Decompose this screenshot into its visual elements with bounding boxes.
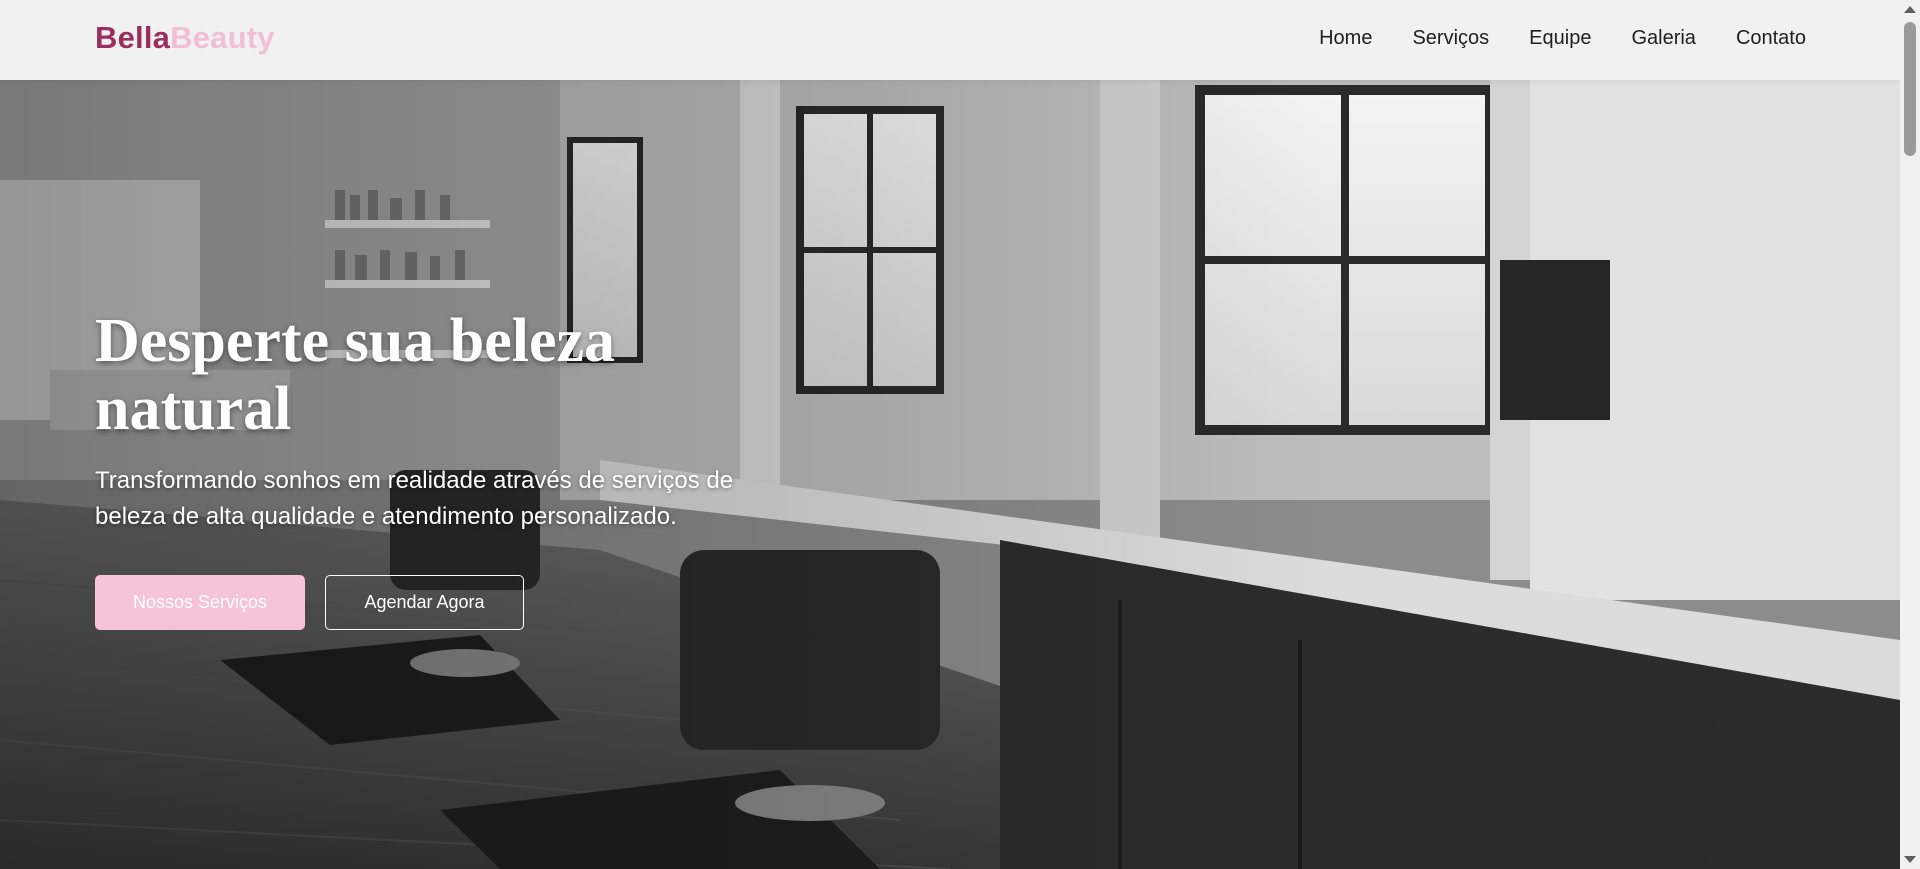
- hero-content: Desperte sua beleza natural Transformand…: [95, 307, 815, 631]
- vertical-scrollbar[interactable]: [1900, 0, 1920, 869]
- brand-name-primary: Bella: [95, 20, 171, 55]
- scroll-up-arrow-icon[interactable]: [1904, 6, 1916, 13]
- scroll-down-arrow-icon[interactable]: [1904, 856, 1916, 863]
- brand-name-secondary: Beauty: [170, 20, 275, 55]
- hero-subtitle: Transformando sonhos em realidade atravé…: [95, 467, 734, 531]
- nossos-servicos-button[interactable]: Nossos Serviços: [95, 575, 305, 631]
- hero-section: Desperte sua beleza natural Transformand…: [0, 80, 1900, 869]
- nav-galeria[interactable]: Galeria: [1631, 27, 1695, 50]
- hero-title: Desperte sua beleza natural: [95, 307, 615, 444]
- site-header: BellaBeauty Home Serviços Equipe Galeria…: [0, 0, 1900, 80]
- nav-contato[interactable]: Contato: [1736, 27, 1806, 50]
- main-nav: Home Serviços Equipe Galeria Contato: [1319, 27, 1806, 50]
- scroll-thumb[interactable]: [1904, 22, 1916, 156]
- brand-logo[interactable]: BellaBeauty: [95, 20, 275, 56]
- nav-home[interactable]: Home: [1319, 27, 1372, 50]
- agendar-agora-button[interactable]: Agendar Agora: [325, 575, 524, 631]
- nav-servicos[interactable]: Serviços: [1412, 27, 1489, 50]
- nav-equipe[interactable]: Equipe: [1529, 27, 1591, 50]
- hero-buttons: Nossos Serviços Agendar Agora: [95, 575, 815, 631]
